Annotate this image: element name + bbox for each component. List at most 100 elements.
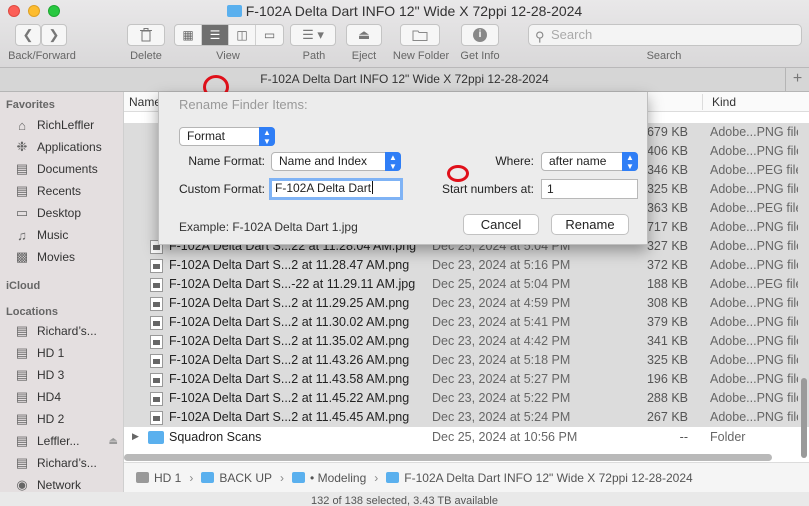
example-text: Example: F-102A Delta Dart 1.jpg <box>179 220 358 234</box>
sidebar-item-hd1[interactable]: ▤ HD 1 <box>14 343 123 363</box>
delete-label: Delete <box>130 50 162 62</box>
folder-icon <box>386 472 400 483</box>
row-name: F-102A Delta Dart S...2 at 11.43.26 AM.p… <box>169 353 410 367</box>
row-kind: Adobe...PNG file <box>710 410 798 424</box>
gallery-view-icon[interactable]: ▭ <box>256 25 283 45</box>
sidebar-item-hd3[interactable]: ▤ HD 3 <box>14 365 123 385</box>
sidebar-item-home[interactable]: ⌂ RichLeffler <box>14 115 123 135</box>
row-size: 196 KB <box>646 372 688 386</box>
search-input[interactable]: ⚲ Search <box>528 24 802 46</box>
view-label: View <box>216 50 240 62</box>
table-row[interactable]: F-102A Delta Dart S...2 at 11.45.45 AM.p… <box>124 408 809 427</box>
list-view-icon[interactable]: ☰ <box>202 25 229 45</box>
table-row[interactable]: ▶ Squadron Scans Dec 25, 2024 at 10:56 P… <box>124 428 809 447</box>
chevron-right-icon: ❯ <box>48 27 60 42</box>
row-size: 379 KB <box>646 315 688 329</box>
row-kind: Adobe...PNG file <box>710 239 798 253</box>
row-name: F-102A Delta Dart S...2 at 11.28.47 AM.p… <box>169 258 410 272</box>
sidebar-item-label: Richard’s... <box>37 324 97 338</box>
start-numbers-field[interactable]: 1 <box>541 179 638 199</box>
table-row[interactable]: F-102A Delta Dart S...2 at 11.30.02 AM.p… <box>124 313 809 332</box>
sidebar-item-recents[interactable]: ▤ Recents <box>14 181 123 201</box>
icon-view-icon[interactable]: ▦ <box>175 25 202 45</box>
where-popup[interactable]: after name ▲ ▼ <box>541 152 638 171</box>
eject-button[interactable]: ⏏ <box>346 24 382 46</box>
rename-mode-popup[interactable]: Format ▲ ▼ <box>179 127 275 146</box>
name-format-label: Name Format: <box>188 154 265 168</box>
column-view-icon[interactable]: ◫ <box>229 25 256 45</box>
sidebar-item-network[interactable]: ◉ Network <box>14 475 123 492</box>
column-kind[interactable]: Kind <box>712 95 736 109</box>
path-button[interactable]: ☰ ▾ <box>290 24 336 46</box>
sidebar-item-label: Recents <box>37 184 82 198</box>
folder-icon <box>226 5 242 17</box>
breadcrumb-current-folder[interactable]: F-102A Delta Dart INFO 12" Wide X 72ppi … <box>386 471 693 485</box>
sidebar-item-label: HD 2 <box>37 412 65 426</box>
name-format-popup[interactable]: Name and Index ▲ ▼ <box>271 152 401 171</box>
search-label: Search <box>646 50 682 62</box>
sidebar-item-desktop[interactable]: ▭ Desktop <box>14 203 123 223</box>
view-segmented-control[interactable]: ▦ ☰ ◫ ▭ <box>174 24 284 46</box>
row-date: Dec 23, 2024 at 4:42 PM <box>432 334 571 348</box>
new-folder-icon <box>412 30 428 41</box>
breadcrumb-backup[interactable]: BACK UP <box>201 471 272 485</box>
chevron-updown-icon: ▲ ▼ <box>622 152 638 171</box>
sidebar-item-music[interactable]: ♫ Music <box>14 225 123 245</box>
new-folder-button[interactable] <box>400 24 440 46</box>
sidebar-item-documents[interactable]: ▤ Documents <box>14 159 123 179</box>
vertical-scrollbar[interactable] <box>801 378 807 458</box>
clock-icon: ▤ <box>15 183 29 198</box>
table-row[interactable]: F-102A Delta Dart S...2 at 11.43.26 AM.p… <box>124 351 809 370</box>
tab-title[interactable]: F-102A Delta Dart INFO 12" Wide X 72ppi … <box>0 72 809 86</box>
window-title: F-102A Delta Dart INFO 12" Wide X 72ppi … <box>245 3 583 19</box>
row-size: 267 KB <box>646 410 688 424</box>
get-info-button[interactable]: i <box>461 24 499 46</box>
sidebar-item-label: Applications <box>37 140 102 154</box>
column-name[interactable]: Name <box>129 95 161 109</box>
eject-label: Eject <box>351 50 377 62</box>
sidebar-item-richards-disk[interactable]: ▤ Richard’s... <box>14 453 123 473</box>
folder-icon <box>201 472 215 483</box>
forward-button[interactable]: ❯ <box>41 24 67 46</box>
table-row[interactable]: F-102A Delta Dart S...2 at 11.29.25 AM.p… <box>124 294 809 313</box>
disclosure-triangle-icon[interactable]: ▶ <box>132 431 139 442</box>
custom-format-field[interactable]: F-102A Delta Dart <box>269 178 403 200</box>
sidebar-item-hd4[interactable]: ▤ HD4 <box>14 387 123 407</box>
breadcrumb-hd1[interactable]: HD 1 <box>136 471 181 485</box>
horizontal-scrollbar[interactable] <box>124 454 772 461</box>
sidebar-item-hd2[interactable]: ▤ HD 2 <box>14 409 123 429</box>
row-date: Dec 25, 2024 at 10:56 PM <box>432 430 578 444</box>
back-button[interactable]: ❮ <box>15 24 41 46</box>
breadcrumb-separator-icon: › <box>189 470 194 485</box>
table-row[interactable]: F-102A Delta Dart S...2 at 11.35.02 AM.p… <box>124 332 809 351</box>
row-kind: Adobe...PNG file <box>710 125 798 139</box>
rename-button[interactable]: Rename <box>551 214 629 235</box>
row-name: F-102A Delta Dart S...2 at 11.30.02 AM.p… <box>169 315 410 329</box>
sidebar-item-label: Richard’s... <box>37 456 97 470</box>
disk-icon <box>136 472 149 483</box>
eject-icon[interactable]: ⏏ <box>109 436 118 447</box>
table-row[interactable]: F-102A Delta Dart S...2 at 11.45.22 AM.p… <box>124 389 809 408</box>
row-size: 341 KB <box>646 334 688 348</box>
chevron-updown-icon: ▲ ▼ <box>385 152 401 171</box>
sidebar-item-movies[interactable]: ▩ Movies <box>14 247 123 267</box>
table-row[interactable]: F-102A Delta Dart S...-22 at 11.29.11 AM… <box>124 275 809 294</box>
delete-button[interactable] <box>127 24 165 46</box>
row-kind: Adobe...PNG file <box>710 182 798 196</box>
new-tab-button[interactable]: + <box>785 68 809 92</box>
breadcrumb-modeling[interactable]: • Modeling <box>292 471 366 485</box>
sidebar-item-leffler[interactable]: ▤ Leffler... ⏏ <box>14 431 123 451</box>
sidebar-item-label: HD4 <box>37 390 62 404</box>
table-row[interactable]: F-102A Delta Dart S...2 at 11.43.58 AM.p… <box>124 370 809 389</box>
table-row[interactable]: F-102A Delta Dart S...2 at 11.28.47 AM.p… <box>124 256 809 275</box>
back-forward-label: Back/Forward <box>8 50 76 62</box>
computer-icon: ▤ <box>15 323 29 338</box>
annotation-circle <box>447 165 469 182</box>
favorites-heading: Favorites <box>6 99 55 111</box>
row-date: Dec 23, 2024 at 5:41 PM <box>432 315 571 329</box>
music-icon: ♫ <box>17 227 27 243</box>
sidebar-item-computer[interactable]: ▤ Richard’s... <box>14 321 123 341</box>
cancel-button[interactable]: Cancel <box>463 214 539 235</box>
row-kind: Adobe...PNG file <box>710 353 798 367</box>
sidebar-item-applications[interactable]: ❉ Applications <box>14 137 123 157</box>
